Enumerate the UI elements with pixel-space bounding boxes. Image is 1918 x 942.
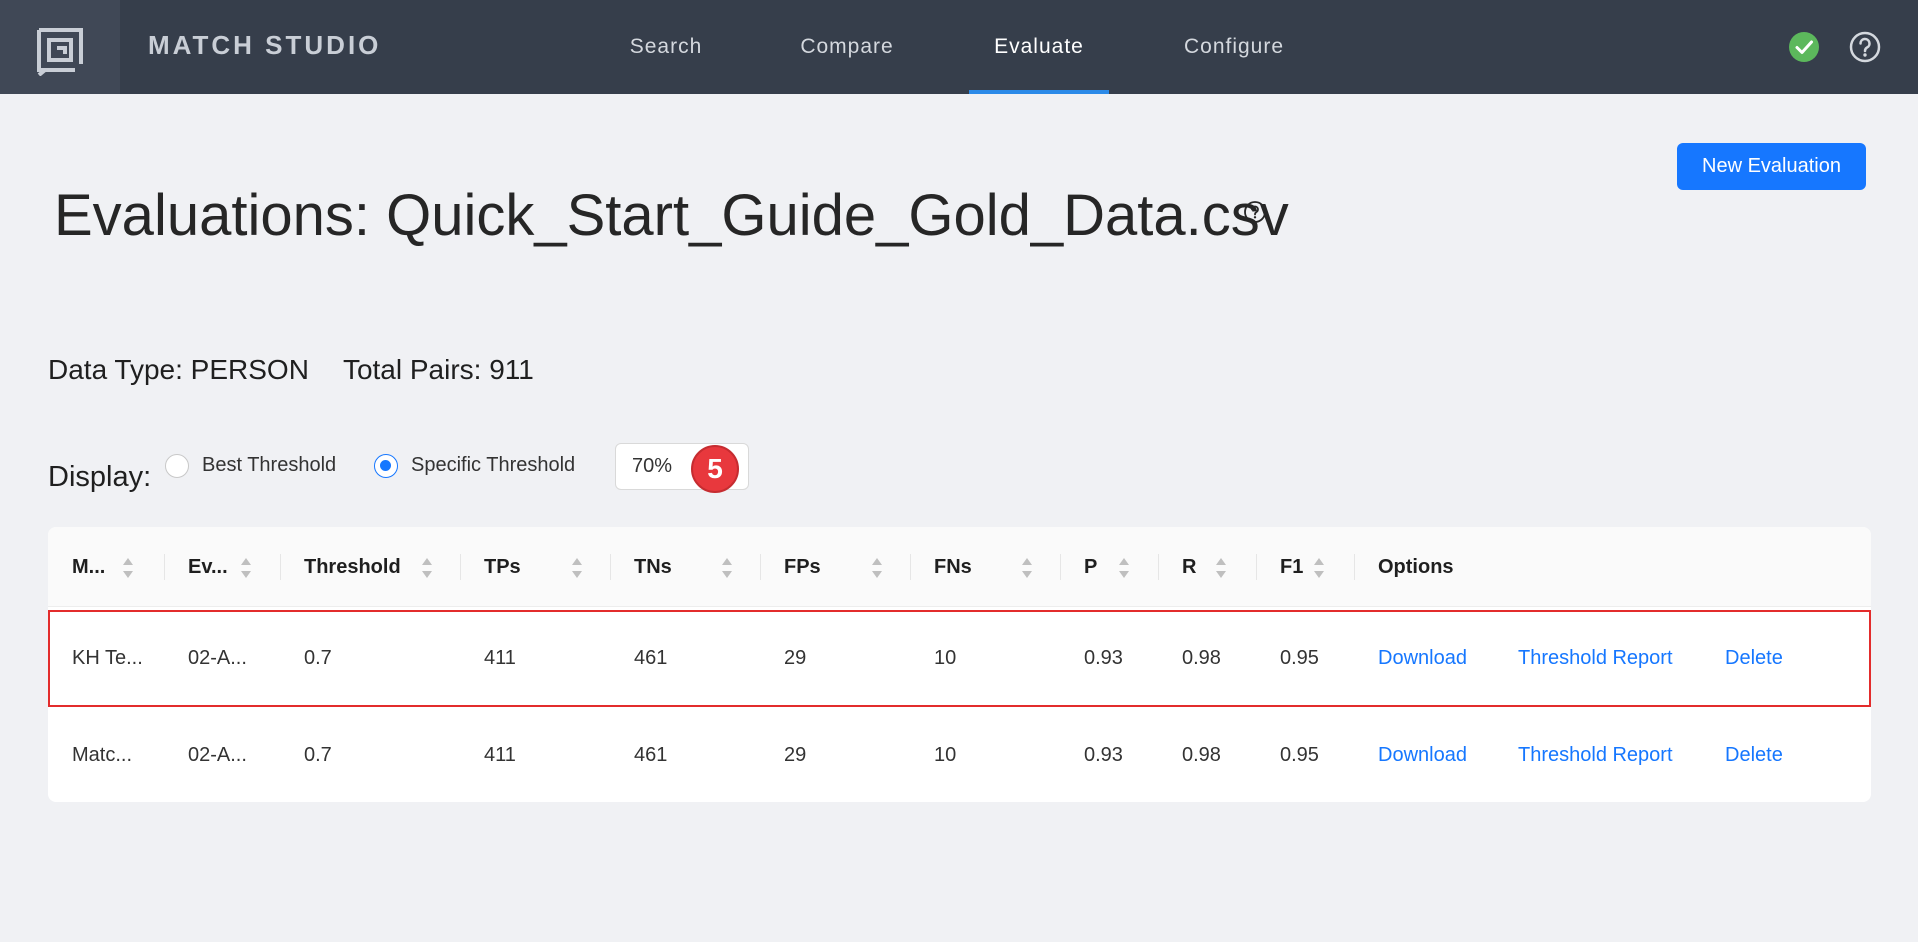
specific-threshold-radio[interactable] — [374, 454, 398, 478]
threshold-report-link[interactable]: Threshold Report — [1518, 707, 1673, 802]
tab-evaluate[interactable]: Evaluate — [969, 0, 1109, 94]
cell-precision: 0.93 — [1084, 744, 1123, 766]
table-header: M... Ev... Threshold TPs TNs FPs FNs P R… — [48, 527, 1871, 607]
table-row: Matc... 02-A... 0.7 411 461 29 10 0.93 0… — [48, 707, 1871, 802]
column-header-fps[interactable]: FPs — [784, 527, 821, 607]
column-header-tns[interactable]: TNs — [634, 527, 672, 607]
delete-link[interactable]: Delete — [1725, 707, 1783, 802]
cell-evaluation: 02-A... — [188, 744, 247, 766]
tab-configure[interactable]: Configure — [1168, 0, 1300, 94]
column-divider — [760, 554, 761, 580]
cell-fns: 10 — [934, 647, 957, 669]
cell-f1: 0.95 — [1280, 647, 1319, 669]
sort-icon[interactable] — [240, 557, 252, 579]
cell-tns: 461 — [634, 744, 668, 766]
sort-icon[interactable] — [421, 557, 433, 579]
display-label: Display: — [48, 461, 152, 493]
column-header-recall[interactable]: R — [1182, 527, 1196, 607]
total-pairs-label: Total Pairs: 911 — [342, 354, 534, 385]
cell-threshold: 0.7 — [304, 647, 332, 669]
cell-model: Matc... — [72, 744, 133, 766]
tab-compare[interactable]: Compare — [785, 0, 909, 94]
check-circle-icon — [1789, 32, 1819, 62]
sort-icon[interactable] — [1021, 557, 1033, 579]
cell-f1: 0.95 — [1280, 744, 1319, 766]
threshold-report-link[interactable]: Threshold Report — [1518, 610, 1673, 707]
sort-icon[interactable] — [1118, 557, 1130, 579]
cell-model: KH Te... — [72, 647, 143, 669]
column-header-options: Options — [1378, 555, 1454, 578]
column-header-evaluation[interactable]: Ev... — [188, 527, 228, 607]
help-icon[interactable] — [1849, 31, 1881, 63]
cell-recall: 0.98 — [1182, 744, 1221, 766]
column-divider — [164, 554, 165, 580]
evaluations-table: M... Ev... Threshold TPs TNs FPs FNs P R… — [48, 527, 1871, 802]
sort-icon[interactable] — [1313, 557, 1325, 579]
app-name: MATCH STUDIO — [148, 30, 382, 60]
table-row: KH Te... 02-A... 0.7 411 461 29 10 0.93 … — [48, 610, 1871, 707]
column-header-precision[interactable]: P — [1084, 527, 1097, 607]
sort-icon[interactable] — [571, 557, 583, 579]
column-header-f1[interactable]: F1 — [1280, 527, 1303, 607]
delete-link[interactable]: Delete — [1725, 610, 1783, 707]
column-divider — [1060, 554, 1061, 580]
tab-search[interactable]: Search — [613, 0, 719, 94]
data-type-label: Data Type: PERSON — [48, 354, 309, 385]
sort-icon[interactable] — [871, 557, 883, 579]
step-badge: 5 — [691, 445, 739, 493]
column-header-threshold[interactable]: Threshold — [304, 527, 401, 607]
cell-fps: 29 — [784, 647, 807, 669]
column-divider — [280, 554, 281, 580]
column-divider — [1256, 554, 1257, 580]
column-divider — [1354, 554, 1355, 580]
sort-icon[interactable] — [721, 557, 733, 579]
cell-fns: 10 — [934, 744, 957, 766]
best-threshold-radio[interactable] — [165, 454, 189, 478]
cell-fps: 29 — [784, 744, 807, 766]
cell-threshold: 0.7 — [304, 744, 332, 766]
cell-tps: 411 — [484, 744, 516, 766]
match-studio-logo-icon — [37, 28, 83, 76]
column-header-tps[interactable]: TPs — [484, 527, 521, 607]
cell-evaluation: 02-A... — [188, 647, 247, 669]
sort-icon[interactable] — [1215, 557, 1227, 579]
column-header-fns[interactable]: FNs — [934, 527, 972, 607]
download-link[interactable]: Download — [1378, 707, 1467, 802]
cell-recall: 0.98 — [1182, 647, 1221, 669]
evaluation-summary: Data Type: PERSON Total Pairs: 911 — [48, 354, 534, 386]
column-divider — [1158, 554, 1159, 580]
column-divider — [910, 554, 911, 580]
app-logo[interactable] — [0, 0, 120, 94]
cell-precision: 0.93 — [1084, 647, 1123, 669]
specific-threshold-label[interactable]: Specific Threshold — [411, 454, 575, 477]
column-divider — [460, 554, 461, 580]
question-circle-icon[interactable] — [1243, 200, 1267, 224]
column-header-model[interactable]: M... — [72, 527, 105, 607]
top-nav-bar: MATCH STUDIO Search Compare Evaluate Con… — [0, 0, 1918, 94]
cell-tps: 411 — [484, 647, 516, 669]
download-link[interactable]: Download — [1378, 610, 1467, 707]
column-divider — [610, 554, 611, 580]
best-threshold-label[interactable]: Best Threshold — [202, 454, 336, 477]
page-title: Evaluations: Quick_Start_Guide_Gold_Data… — [54, 183, 1289, 248]
sort-icon[interactable] — [122, 557, 134, 579]
cell-tns: 461 — [634, 647, 668, 669]
new-evaluation-button[interactable]: New Evaluation — [1677, 143, 1866, 190]
